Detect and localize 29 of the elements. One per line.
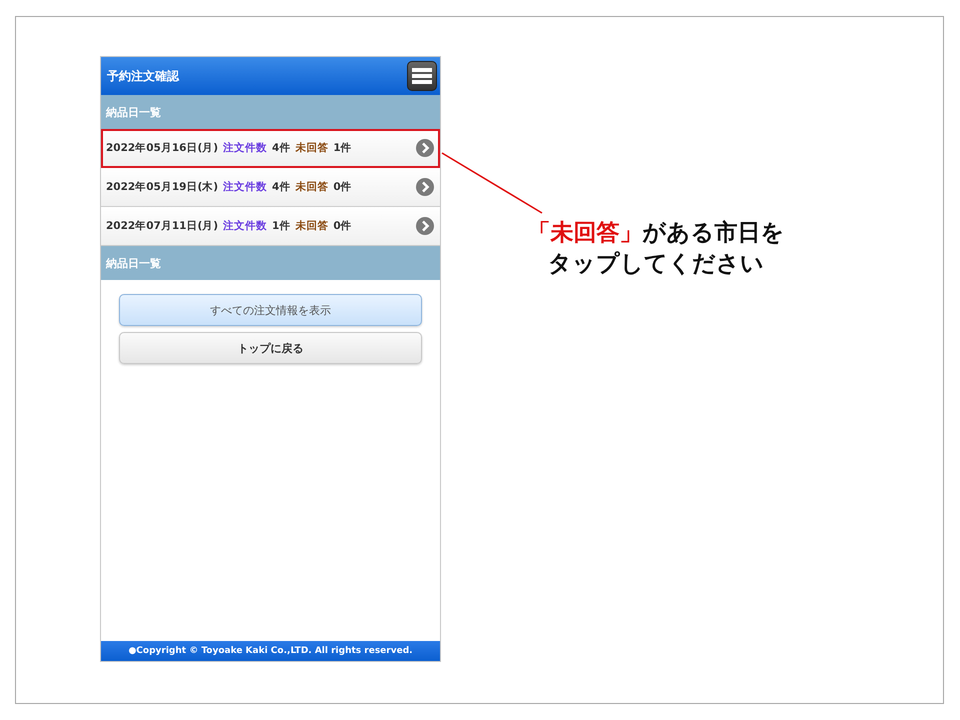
chevron-right-icon: [416, 217, 434, 235]
copyright-text: ●Copyright © Toyoake Kaki Co.,LTD. All rights reserved.: [128, 646, 413, 656]
date-text: 2022年05月16日(月): [106, 141, 218, 155]
unanswered-count: 1件: [333, 141, 352, 155]
menu-button[interactable]: [407, 61, 437, 91]
order-count: 1件: [272, 219, 290, 233]
callout-text: タップしてください: [548, 250, 764, 279]
unanswered-label: 未回答: [295, 180, 328, 194]
unanswered-count: 0件: [333, 180, 352, 194]
unanswered-label: 未回答: [295, 141, 328, 155]
chevron-right-icon: [416, 139, 434, 157]
section-title: 納品日一覧: [106, 256, 161, 270]
date-row[interactable]: 2022年05月16日(月) 注文件数 4件 未回答 1件: [101, 129, 440, 168]
nav-button[interactable]: すべての注文情報を表示: [119, 294, 422, 326]
menu-icon: [412, 67, 432, 85]
unanswered-label: 未回答: [295, 219, 328, 233]
order-count: 4件: [272, 141, 290, 155]
page-title: 予約注文確認: [107, 68, 179, 84]
chevron-right-icon: [416, 178, 434, 196]
order-count-label: 注文件数: [223, 141, 268, 155]
unanswered-count: 0件: [333, 219, 352, 233]
order-count: 4件: [272, 180, 290, 194]
callout-text: 「未回答」がある市日を: [528, 219, 784, 248]
nav-button[interactable]: トップに戻る: [119, 332, 422, 364]
order-count-label: 注文件数: [223, 219, 268, 233]
section-title: 納品日一覧: [106, 104, 161, 120]
date-text: 2022年05月19日(木): [106, 180, 218, 194]
order-count-label: 注文件数: [223, 180, 268, 194]
date-text: 2022年07月11日(月): [106, 219, 218, 233]
